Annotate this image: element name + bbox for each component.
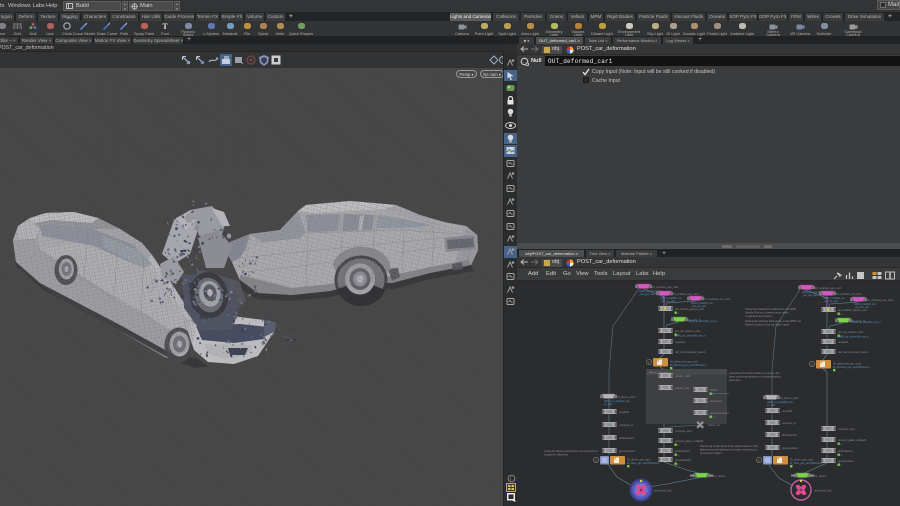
svg-text:groupdelete4: groupdelete4: [782, 446, 798, 450]
svg-text:ID_driver_geo_car1/OBJlogic.rs: ID_driver_geo_car1/OBJlogic.rs: [790, 462, 823, 465]
svg-text:del_disconnected_faces1: del_disconnected_faces1: [675, 350, 706, 354]
svg-text:ID_driver_geo_car1: ID_driver_geo_car1: [790, 458, 814, 462]
svg-text:IN_deformed_geo_car1: IN_deformed_geo_car1: [670, 360, 699, 364]
svg-text:IN_deformed_geo_car1/OBJlogic.: IN_deformed_geo_car1/OBJlogic.rs: [833, 366, 870, 369]
svg-text:Removing inside faces of the g: Removing inside faces of the glass based…: [700, 444, 758, 448]
svg-text:wheels_rot1: wheels_rot1: [675, 386, 690, 390]
svg-text:Vehicle Pieces to break pieces: Vehicle Pieces to break pieces when: [745, 310, 789, 314]
svg-text:objNN_as_crashNN_rest_id: objNN_as_crashNN_rest_id: [852, 321, 881, 324]
svg-text:unpack1: unpack1: [675, 340, 686, 344]
svg-text:transparent object.: transparent object.: [700, 451, 723, 455]
svg-text:objNN_crash001_res: objNN_crash001_res: [823, 297, 845, 300]
svg-text:geometry.: geometry.: [729, 378, 741, 382]
svg-text:IN_deformed_geo_car1/OBJlogic.: IN_deformed_geo_car1/OBJlogic.rs: [670, 364, 707, 367]
svg-text:attribdelete6: attribdelete6: [782, 433, 797, 437]
svg-text:remove_glass_molded1: remove_glass_molded1: [838, 438, 867, 442]
svg-text:en_car1: en_car1: [767, 404, 776, 407]
svg-text:unpack1: unpack1: [838, 340, 849, 344]
svg-text:en_car1: en_car1: [604, 403, 613, 406]
svg-text:IN_driven_car1: IN_driven_car1: [617, 395, 636, 399]
svg-text:compute_vel1: compute_vel1: [675, 429, 692, 433]
svg-text:groupdelete5: groupdelete5: [675, 458, 691, 462]
svg-text:wheels_slide: wheels_slide: [675, 374, 691, 378]
svg-text:del_disconnected_faces1: del_disconnected_faces1: [838, 350, 869, 354]
svg-text:compute_id: compute_id: [619, 423, 633, 427]
svg-text:attribdelete1: attribdelete1: [838, 449, 853, 453]
svg-text:new_NNNN_wheel: new_NNNN_wheel: [710, 393, 730, 395]
svg-text:Using the Quaternions attribut: Using the Quaternions attribute in the R…: [745, 307, 796, 311]
svg-text:del_vehicle_pieces_car1: del_vehicle_pieces_car1: [838, 308, 868, 312]
svg-text:attribvop1: attribvop1: [710, 399, 722, 403]
svg-text:objNN_car_deformNN_rest_id: objNN_car_deformNN_rest_id: [838, 335, 869, 338]
svg-text:wheelconstraint: wheelconstraint: [710, 411, 729, 415]
svg-text:compute_vel1: compute_vel1: [838, 427, 855, 431]
svg-text:_test_res_car1: _test_res_car1: [822, 300, 839, 303]
svg-text:impact for efficiency.: impact for efficiency.: [544, 452, 568, 456]
svg-text:wheel_rot: wheel_rot: [708, 423, 720, 427]
svg-text:fetch1: fetch1: [710, 388, 718, 392]
svg-text:issue occurring because of int: issue occurring because of interpenetrat…: [729, 374, 781, 378]
svg-text:objNN_car_deformNN_rest_id: objNN_car_deformNN_rest_id: [675, 334, 706, 337]
svg-text:IN_crashed_res_car1: IN_crashed_res_car1: [673, 292, 699, 296]
svg-text:attribdelete5: attribdelete5: [675, 449, 690, 453]
svg-text:groupdelete1: groupdelete1: [838, 459, 854, 463]
svg-text:IN_crashed_any_car1: IN_crashed_any_car1: [867, 298, 894, 302]
svg-text:IN_crashed_geo_car1: IN_crashed_geo_car1: [815, 286, 842, 290]
svg-text:_test_geo_car1: _test_geo_car1: [638, 293, 656, 296]
svg-text:IN_deformed_geo_car1: IN_deformed_geo_car1: [833, 362, 862, 366]
svg-text:objNN_crash001_res: objNN_crash001_res: [660, 297, 682, 300]
svg-text:attribdelete6: attribdelete6: [619, 436, 634, 440]
svg-text:objNN_crash001_sim: objNN_crash001_sim: [691, 302, 713, 305]
svg-text:_test_res_car1: _test_res_car1: [659, 300, 676, 303]
svg-text:@disconnected attribute for pr: @disconnected attribute for proper rende…: [700, 447, 757, 451]
svg-text:remove_glass_molded1: remove_glass_molded1: [675, 439, 704, 443]
svg-text:Deform based on the car index: Deform based on the car index value.: [745, 322, 790, 326]
svg-text:del_vehicle_pieces_car1: del_vehicle_pieces_car1: [675, 307, 705, 311]
svg-text:objNN_as_intangNN_driv: objNN_as_intangNN_driv: [604, 400, 631, 403]
svg-text:objNN_as_intangNN_driv: objNN_as_intangNN_driv: [767, 401, 794, 404]
svg-text:deformed_car1: deformed_car1: [814, 489, 833, 493]
svg-text:fmt_car_deform_car1: fmt_car_deform_car1: [838, 330, 864, 334]
svg-text:ID_driver_geo_car1/OBJlogic.rs: ID_driver_geo_car1/OBJlogic.rs: [627, 462, 660, 465]
svg-text:constraints are broken.: constraints are broken.: [745, 314, 773, 318]
svg-text:unpack6: unpack6: [619, 410, 630, 414]
svg-text:ID_driver_geo_car1: ID_driver_geo_car1: [627, 458, 651, 462]
svg-text:Using the driven car/crashed c: Using the driven car/crashed car until p…: [544, 449, 598, 453]
svg-text:unpack6: unpack6: [782, 409, 793, 413]
svg-text:Setting the Chassis Rest group: Setting the Chassis Rest group to the RB…: [745, 319, 801, 323]
svg-text:fmt_car_deform_car1: fmt_car_deform_car1: [675, 329, 701, 333]
svg-text:IN_crashed_any_car1: IN_crashed_any_car1: [704, 297, 731, 301]
svg-text:Animating the wheel position t: Animating the wheel position to screen t…: [729, 371, 780, 375]
svg-text:IN_driven_car1: IN_driven_car1: [780, 396, 799, 400]
svg-text:objNN_as_crashNN_rest_id: objNN_as_crashNN_rest_id: [688, 320, 717, 323]
svg-text:IN_crashed_res_car1: IN_crashed_res_car1: [836, 292, 862, 296]
svg-text:compute_id: compute_id: [782, 421, 796, 425]
svg-text:objNN_crash001_sim: objNN_crash001_sim: [854, 303, 876, 306]
svg-text:groupdelete4: groupdelete4: [619, 449, 635, 453]
svg-text:_test_geo_car1: _test_geo_car1: [801, 294, 819, 297]
svg-text:IN_crashed_geo_car1: IN_crashed_geo_car1: [652, 285, 679, 289]
svg-text:deformed_car1: deformed_car1: [654, 489, 673, 493]
